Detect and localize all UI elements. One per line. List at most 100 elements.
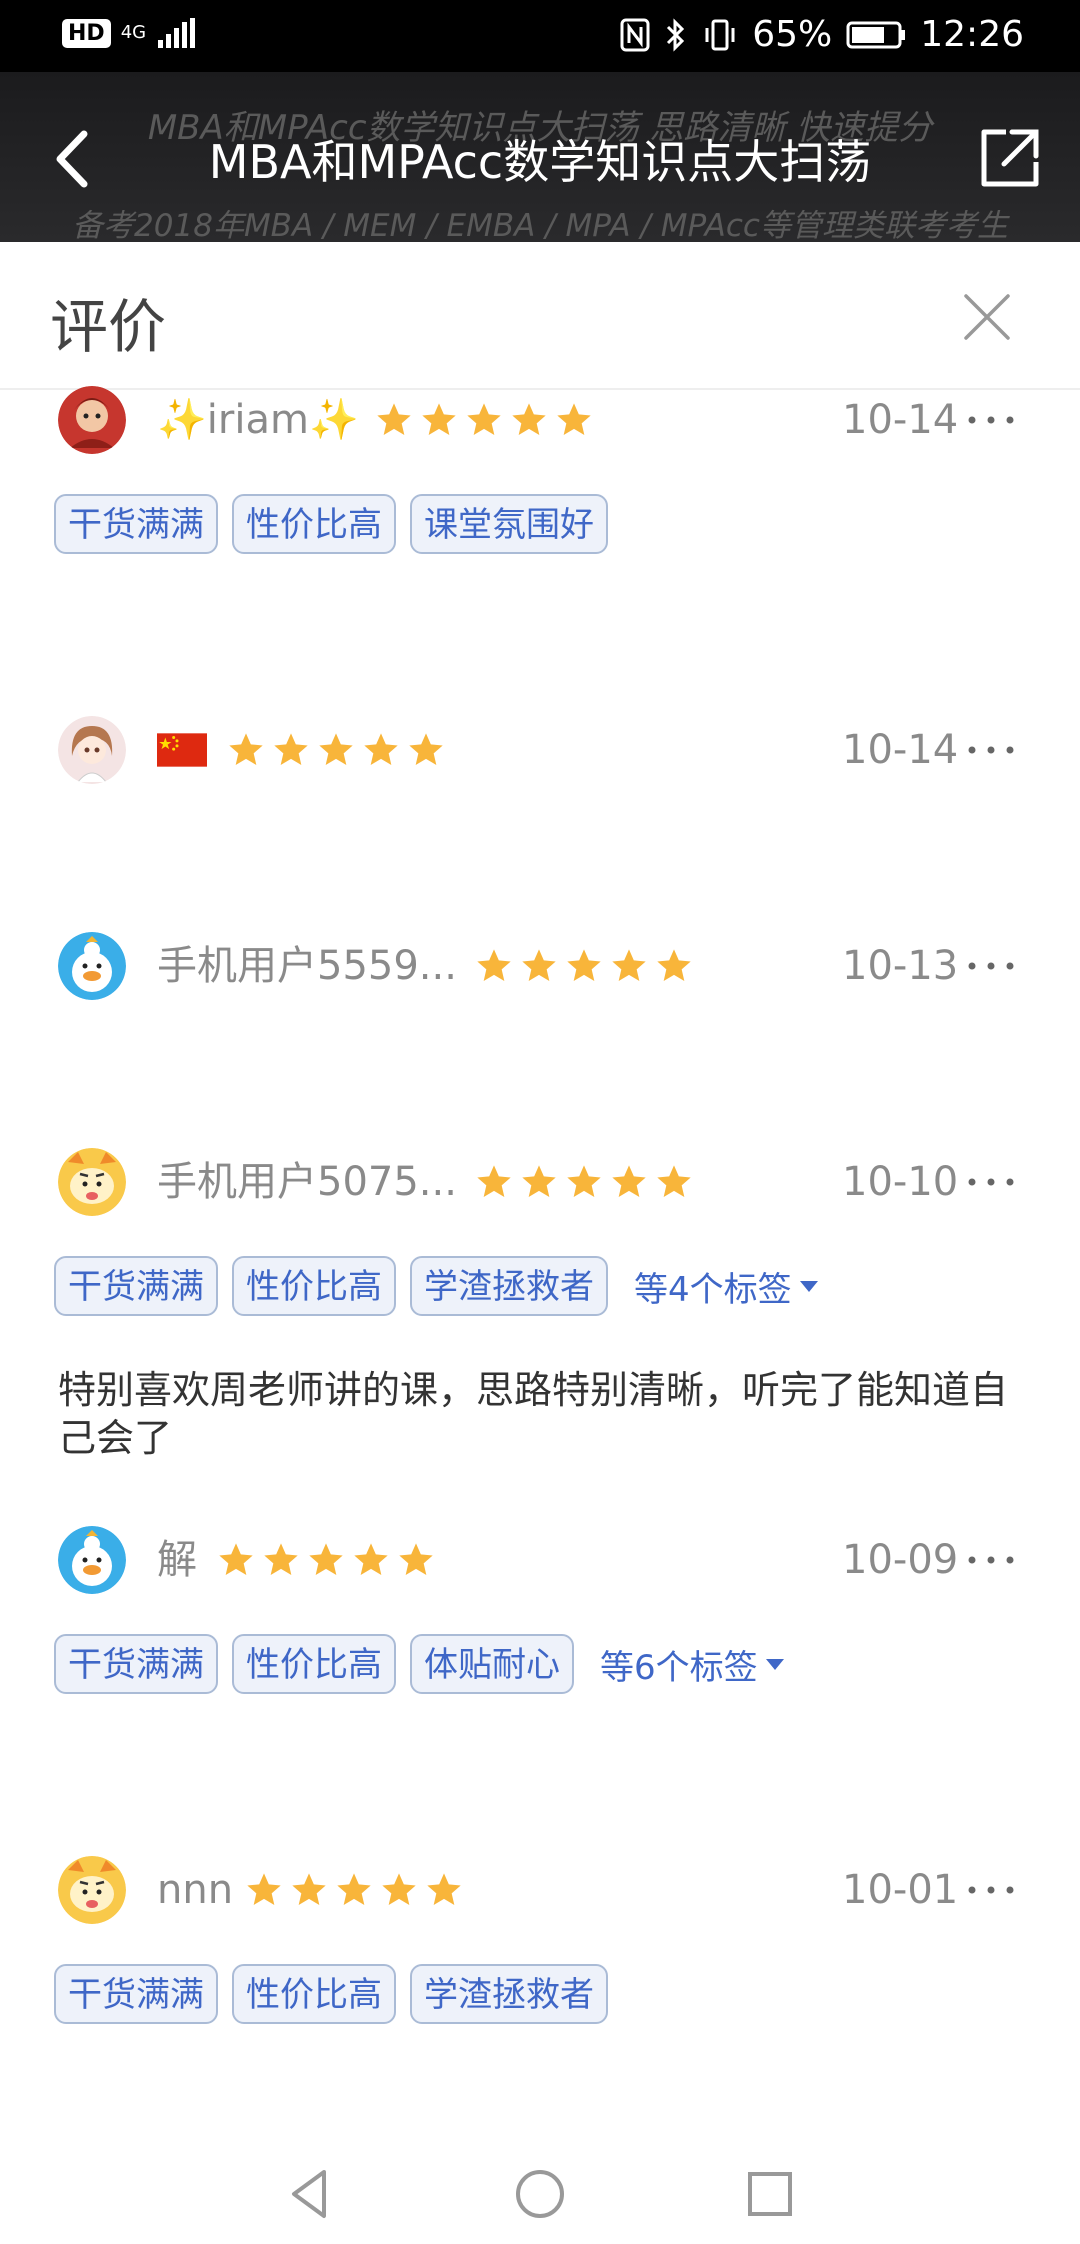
avatar[interactable]: [58, 1526, 126, 1594]
review-comment: 特别喜欢周老师讲的课，思路特别清晰，听完了能知道自己会了: [58, 1368, 1009, 1460]
star-rating: [216, 1540, 436, 1580]
star-icon: [219, 1543, 253, 1575]
review-date: 10-14: [842, 397, 959, 443]
more-options-icon[interactable]: [966, 1172, 1016, 1192]
star-icon: [477, 1165, 511, 1197]
avatar[interactable]: [58, 1856, 126, 1924]
review-date: 10-01: [842, 1867, 959, 1913]
close-button[interactable]: [954, 284, 1020, 350]
star-rating: [474, 1162, 694, 1202]
star-icon: [467, 403, 501, 435]
star-icon: [657, 949, 691, 981]
review-tag: 性价比高: [232, 1634, 396, 1694]
review-tag: 学渣拯救者: [410, 1256, 608, 1316]
star-icon: [477, 949, 511, 981]
bluetooth-icon: [667, 17, 685, 52]
hd-badge: HD: [62, 18, 111, 48]
share-button[interactable]: [970, 118, 1050, 198]
china-flag-icon: [157, 733, 207, 767]
star-icon: [364, 733, 398, 765]
star-icon: [422, 403, 456, 435]
review-date: 10-13: [842, 943, 959, 989]
review-date: 10-10: [842, 1159, 959, 1205]
clock: 12:26: [920, 14, 1024, 55]
avatar[interactable]: [58, 386, 126, 454]
back-button[interactable]: [30, 114, 120, 204]
review-tag: 性价比高: [232, 1964, 396, 2024]
more-tags-label: 等4个标签: [634, 1269, 792, 1310]
review-tag: 干货满满: [54, 1964, 218, 2024]
star-icon: [427, 1873, 461, 1905]
caret-down-icon: [765, 1659, 784, 1670]
review-tag: 性价比高: [232, 1256, 396, 1316]
status-bar: HD 4G 65% 12:26: [0, 0, 1080, 72]
system-nav-bar: [0, 2140, 1080, 2244]
star-icon: [292, 1873, 326, 1905]
star-icon: [512, 403, 546, 435]
battery-percent: 65%: [752, 14, 833, 55]
star-icon: [377, 403, 411, 435]
review-date: 10-14: [842, 727, 959, 773]
star-icon: [309, 1543, 343, 1575]
more-options-icon[interactable]: [966, 1880, 1016, 1900]
star-icon: [612, 1165, 646, 1197]
review-tag: 干货满满: [54, 494, 218, 554]
battery-icon: [846, 21, 906, 48]
review-tag: 课堂氛围好: [410, 494, 608, 554]
vibrate-icon: [705, 19, 735, 50]
banner-background-subtext: 备考2018年MBA / MEM / EMBA / MPA / MPAcc等管理…: [72, 208, 1008, 242]
system-back-icon[interactable]: [280, 2164, 340, 2224]
more-options-icon[interactable]: [966, 1550, 1016, 1570]
system-home-icon[interactable]: [510, 2164, 570, 2224]
star-icon: [657, 1165, 691, 1197]
star-icon: [319, 733, 353, 765]
caret-down-icon: [799, 1281, 818, 1292]
star-icon: [409, 733, 443, 765]
review-tag: 干货满满: [54, 1634, 218, 1694]
reviewer-name: 手机用户5075...: [157, 1159, 457, 1205]
star-icon: [337, 1873, 371, 1905]
network-type: 4G: [120, 22, 147, 43]
signal-icon: [158, 18, 196, 48]
more-options-icon[interactable]: [966, 956, 1016, 976]
more-options-icon[interactable]: [966, 410, 1016, 430]
avatar[interactable]: [58, 932, 126, 1000]
review-tag: 干货满满: [54, 1256, 218, 1316]
star-icon: [399, 1543, 433, 1575]
nav-bar: MBA和MPAcc数学知识点大扫荡 思路清晰 快速提分 备考2018年MBA /…: [0, 72, 1080, 242]
review-tag: 学渣拯救者: [410, 1964, 608, 2024]
reviewer-name: nnn: [157, 1867, 234, 1913]
avatar[interactable]: [58, 1148, 126, 1216]
review-tag: 性价比高: [232, 494, 396, 554]
tag-list: 干货满满 性价比高 学渣拯救者 等4个标签: [54, 1256, 820, 1316]
star-icon: [522, 1165, 556, 1197]
system-recents-icon[interactable]: [740, 2164, 800, 2224]
tag-list: 干货满满 性价比高 课堂氛围好: [54, 494, 608, 554]
sheet-title: 评价: [50, 293, 167, 361]
reviewer-name: 手机用户5559...: [157, 943, 457, 989]
more-tags-toggle[interactable]: 等6个标签: [600, 1640, 786, 1689]
reviews-sheet-header: 评价: [0, 244, 1080, 390]
star-icon: [522, 949, 556, 981]
review-date: 10-09: [842, 1537, 959, 1583]
tag-list: 干货满满 性价比高 体贴耐心 等6个标签: [54, 1634, 786, 1694]
star-rating: [474, 946, 694, 986]
reviewer-name: 解: [157, 1537, 197, 1583]
avatar[interactable]: [58, 716, 126, 784]
star-icon: [354, 1543, 388, 1575]
review-tag: 体贴耐心: [410, 1634, 574, 1694]
star-icon: [567, 1165, 601, 1197]
star-rating: [244, 1870, 464, 1910]
star-rating: [226, 730, 446, 770]
star-rating: [374, 400, 594, 440]
tag-list: 干货满满 性价比高 学渣拯救者: [54, 1964, 608, 2024]
more-tags-label: 等6个标签: [600, 1647, 758, 1688]
nfc-icon: [620, 18, 650, 51]
more-tags-toggle[interactable]: 等4个标签: [634, 1262, 820, 1311]
star-icon: [567, 949, 601, 981]
star-icon: [229, 733, 263, 765]
star-icon: [264, 1543, 298, 1575]
star-icon: [612, 949, 646, 981]
page-title: MBA和MPAcc数学知识点大扫荡: [208, 135, 872, 189]
more-options-icon[interactable]: [966, 740, 1016, 760]
